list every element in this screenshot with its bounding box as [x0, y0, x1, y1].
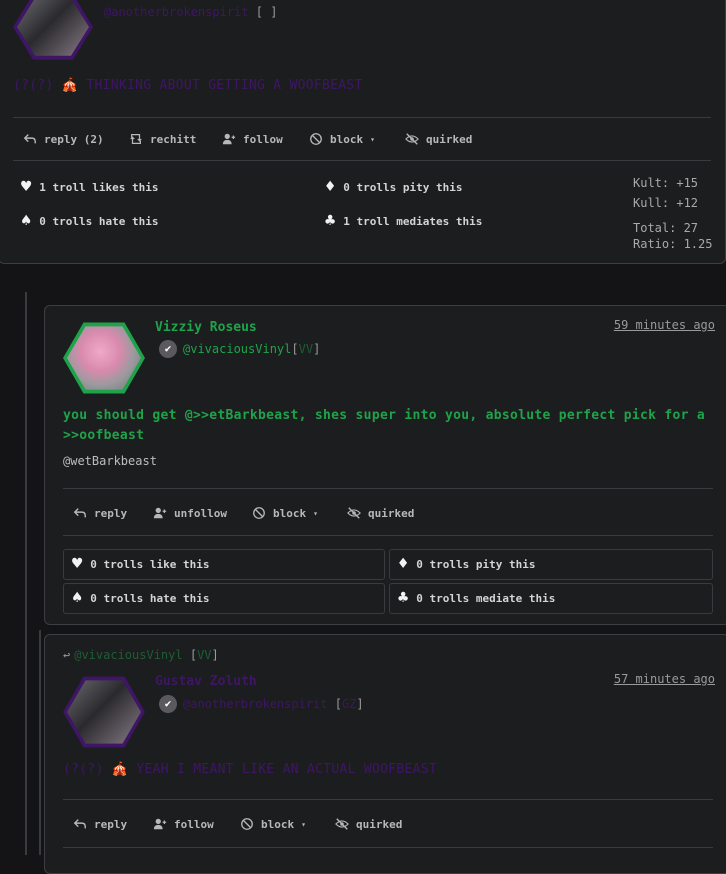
follow-button[interactable]: follow — [222, 132, 283, 146]
reply-button[interactable]: reply (2) — [23, 132, 104, 146]
reply-icon — [73, 819, 86, 829]
like-stat[interactable]: ♥ 1 troll likes this — [21, 179, 158, 196]
divider — [63, 799, 713, 800]
avatar[interactable] — [13, 0, 93, 60]
reply-button[interactable]: reply — [73, 817, 127, 831]
quirked-toggle[interactable]: quirked — [335, 817, 402, 831]
pity-stat[interactable]: ♦ 0 trolls pity this — [325, 179, 462, 196]
add-user-icon — [153, 818, 167, 830]
spade-icon: ♠ — [72, 588, 83, 608]
block-button[interactable]: block ▾ — [309, 132, 375, 146]
handle[interactable]: @anotherbrokenspirit [GZ] — [183, 697, 364, 711]
handle[interactable]: @vivaciousVinyl[VV] — [183, 342, 320, 356]
kull-score: Kull: +12 — [633, 196, 699, 210]
mediate-stat[interactable]: ♣ 0 trolls mediate this — [389, 583, 713, 614]
avatar[interactable] — [63, 322, 145, 394]
post-text: (?(?) 🎪 YEAH I MEANT LIKE AN ACTUAL WOOF… — [63, 762, 438, 777]
chevron-down-icon: ▾ — [301, 819, 306, 829]
diamond-icon: ♦ — [325, 177, 336, 197]
pity-stat[interactable]: ♦ 0 trolls pity this — [389, 549, 713, 580]
heart-icon: ♥ — [21, 177, 32, 197]
rechitt-icon — [130, 134, 142, 144]
total-score: Total: 27 — [633, 221, 699, 235]
chevron-down-icon: ▾ — [370, 134, 375, 144]
add-user-icon — [153, 507, 167, 519]
score-panel: Kult: +15 Kull: +12 Total: 27 Ratio: 1.2… — [633, 175, 712, 252]
reply-button[interactable]: reply — [73, 506, 127, 520]
post-text: you should get @>>etBarkbeast, shes supe… — [63, 408, 706, 443]
block-icon — [310, 133, 322, 145]
add-user-icon — [222, 133, 236, 145]
divider — [63, 847, 713, 848]
handle[interactable]: @anotherbrokenspirit [ ] — [104, 5, 277, 19]
hate-stat[interactable]: ♠ 0 trolls hate this — [63, 583, 385, 614]
club-icon: ♣ — [325, 211, 336, 231]
divider — [63, 535, 713, 536]
display-name[interactable]: Vizziy Roseus — [155, 320, 257, 335]
display-name[interactable]: Gustav Zoluth — [155, 674, 257, 689]
eye-slash-icon — [335, 818, 349, 830]
post-text: (?(?) 🎪 THINKING ABOUT GETTING A WOOFBEA… — [13, 78, 363, 93]
timestamp[interactable]: 57 minutes ago — [614, 672, 715, 686]
post-card-1: @anotherbrokenspirit [ ] (?(?) 🎪 THINKIN… — [0, 0, 726, 264]
eye-slash-icon — [405, 133, 419, 145]
reply-to-link[interactable]: ↩ @vivaciousVinyl [VV] — [63, 648, 219, 662]
chevron-down-icon: ▾ — [313, 508, 318, 518]
avatar[interactable] — [63, 676, 145, 748]
verified-icon: ✔ — [159, 340, 177, 358]
quirked-toggle[interactable]: quirked — [405, 132, 472, 146]
return-arrow-icon: ↩ — [63, 648, 71, 662]
timestamp[interactable]: 59 minutes ago — [614, 318, 715, 332]
ratio-score: Ratio: 1.25 — [633, 237, 713, 251]
quirked-toggle[interactable]: quirked — [347, 506, 414, 520]
eye-slash-icon — [347, 507, 361, 519]
reply-icon — [73, 508, 86, 518]
divider — [13, 160, 711, 161]
spade-icon: ♠ — [21, 211, 32, 231]
hate-stat[interactable]: ♠ 0 trolls hate this — [21, 213, 158, 230]
mention-link[interactable]: @wetBarkbeast — [63, 454, 157, 468]
block-icon — [253, 507, 265, 519]
diamond-icon: ♦ — [398, 554, 409, 574]
thread-line — [25, 292, 27, 855]
mediate-stat[interactable]: ♣ 1 troll mediates this — [325, 213, 482, 230]
thread-line — [39, 630, 41, 855]
rechitt-button[interactable]: rechitt — [129, 132, 196, 146]
verified-icon: ✔ — [159, 695, 177, 713]
divider — [63, 488, 713, 489]
follow-button[interactable]: follow — [153, 817, 214, 831]
kult-score: Kult: +15 — [633, 176, 699, 190]
like-stat[interactable]: ♥ 0 trolls like this — [63, 549, 385, 580]
divider — [13, 117, 711, 118]
block-button[interactable]: block ▾ — [240, 817, 306, 831]
block-button[interactable]: block ▾ — [252, 506, 318, 520]
unfollow-button[interactable]: unfollow — [153, 506, 227, 520]
post-card-2: Vizziy Roseus ✔ @vivaciousVinyl[VV] 59 m… — [44, 305, 726, 625]
block-icon — [241, 818, 253, 830]
post-card-3: ↩ @vivaciousVinyl [VV] Gustav Zoluth ✔ @a… — [44, 634, 726, 874]
club-icon: ♣ — [398, 588, 409, 608]
reply-icon — [23, 134, 36, 144]
heart-icon: ♥ — [72, 554, 83, 574]
